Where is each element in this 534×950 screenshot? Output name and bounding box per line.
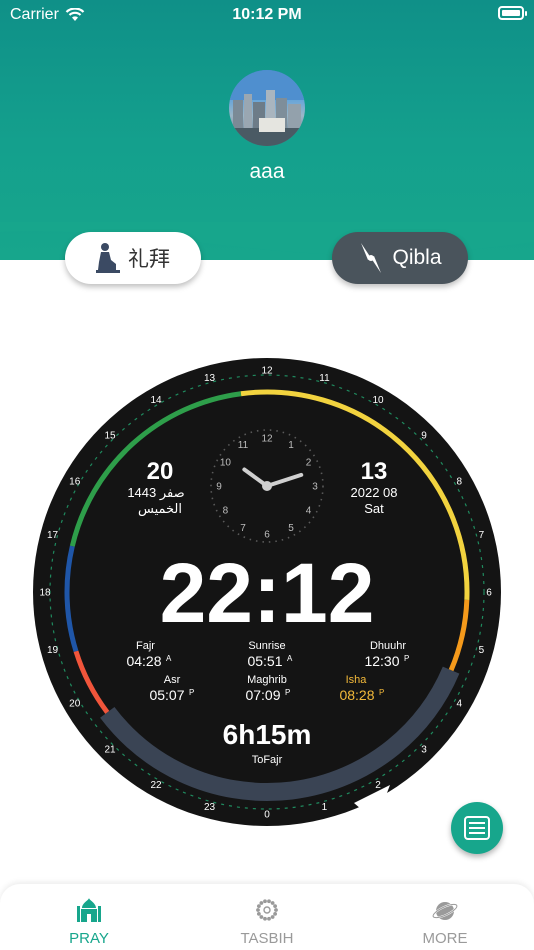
analog-hour-label: 12 [261,434,273,445]
hour-label: 18 [39,588,51,599]
analog-hour-label: 6 [264,530,270,541]
tab-tasbih[interactable]: TASBIH [178,884,356,950]
hour-label: 1 [322,802,328,813]
hour-label: 2 [375,780,381,791]
hour-label: 21 [104,744,116,755]
clock-center [262,481,272,491]
analog-hour-label: 3 [312,482,318,493]
hour-label: 3 [421,744,427,755]
prayer-name: Fajr [136,640,155,652]
prayer-time: 12:30 [364,653,399,669]
analog-hour-label: 8 [223,506,229,517]
prayer-time: 04:28 [126,653,161,669]
hour-label: 4 [456,699,462,710]
prayer-name: Dhuuhr [370,640,406,652]
battery-icon [498,6,527,20]
prayer-suffix: P [404,654,409,663]
hour-label: 20 [69,699,81,710]
prayer-name: Maghrib [247,674,287,686]
tab-more-label: MORE [422,930,468,947]
beads-icon [256,899,278,921]
hour-label: 7 [479,530,485,541]
hour-label: 16 [69,477,81,488]
analog-hour-label: 2 [306,458,312,469]
list-icon [464,816,490,840]
gregorian-day: 13 [361,458,388,485]
mosque-icon [77,898,101,922]
prayer-suffix: P [189,688,194,697]
pray-label: 礼拜 [128,248,170,271]
username: aaa [249,160,285,183]
prayer-suffix: P [285,688,290,697]
hour-label: 6 [486,588,492,599]
bottom-tab-bar: PRAY TASBIH MORE [0,884,534,950]
analog-hour-label: 10 [220,458,232,469]
countdown-label: ToFajr [252,754,283,766]
analog-hour-label: 4 [306,506,312,517]
prayer-time: 05:07 [149,687,184,703]
hour-label: 23 [204,802,216,813]
tab-pray-label: PRAY [69,930,109,947]
tab-more[interactable]: MORE [356,884,534,950]
planet-icon [432,902,458,920]
prayer-name: Sunrise [248,640,285,652]
analog-hour-label: 1 [288,440,294,451]
prayer-time: 05:51 [247,653,282,669]
prayer-clock-dial: 01234567891011121314151617181920212223 1… [33,358,501,826]
prayer-list-button[interactable] [451,802,503,854]
qibla-button[interactable]: Qibla [332,232,468,284]
status-bar: Carrier 10:12 PM [0,0,534,30]
prayer-suffix: P [379,688,384,697]
hour-label: 15 [104,431,116,442]
cityscape-image [229,70,305,146]
hour-label: 10 [372,395,384,406]
hour-label: 14 [150,395,162,406]
gregorian-year-month: 2022 08 [351,485,398,500]
hour-label: 0 [264,810,270,821]
tab-tasbih-label: TASBIH [240,930,294,947]
hour-label: 11 [319,373,330,384]
hour-label: 9 [421,431,427,442]
prayer-time: 07:09 [245,687,280,703]
hijri-day: 20 [147,458,174,485]
hour-label: 19 [47,645,59,656]
gregorian-weekday: Sat [364,501,384,516]
kneeling-prayer-icon [96,243,120,273]
current-time: 22:12 [160,546,375,640]
analog-hour-label: 11 [238,440,249,451]
tab-pray[interactable]: PRAY [0,884,178,950]
hour-label: 17 [47,530,59,541]
prayer-name: Asr [164,674,181,686]
prayer-name: Isha [346,674,368,686]
prayer-time: 08:28 [339,687,374,703]
analog-hour-label: 9 [216,482,222,493]
status-time: 10:12 PM [232,6,302,23]
pray-button[interactable]: 礼拜 [65,232,201,284]
prayer-suffix: A [166,654,172,663]
hour-label: 8 [456,477,462,488]
qibla-label: Qibla [392,246,442,269]
hour-label: 5 [479,645,485,656]
avatar[interactable] [229,70,305,146]
countdown: 6h15m [223,719,312,750]
analog-hour-label: 7 [240,523,246,534]
hour-label: 12 [261,366,273,377]
compass-needle-icon [361,243,382,273]
analog-hour-label: 5 [288,523,294,534]
hijri-weekday: الخميس [138,501,182,517]
hour-label: 22 [150,780,162,791]
prayer-suffix: A [287,654,293,663]
hour-label: 13 [204,373,216,384]
hijri-month-year: 1443 صفر [127,485,184,501]
